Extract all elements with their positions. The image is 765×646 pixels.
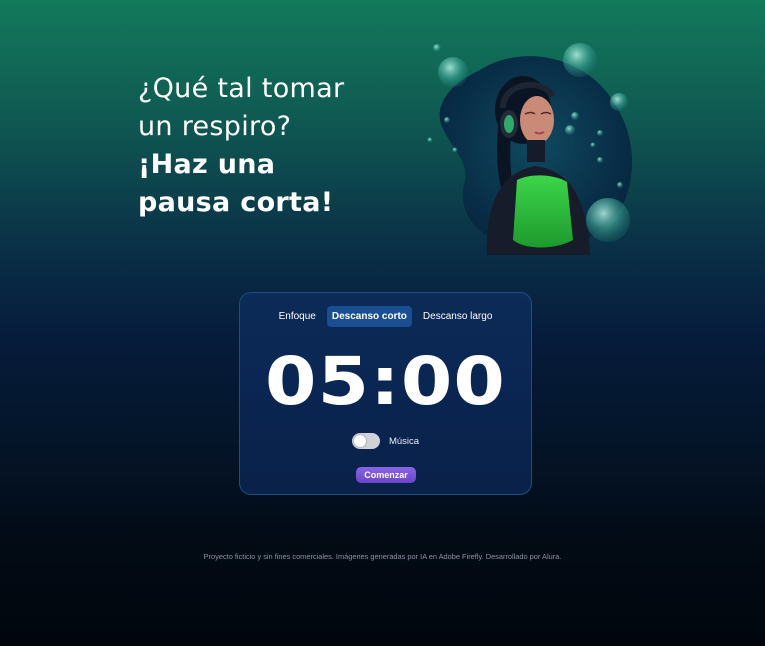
timer-card: Enfoque Descanso corto Descanso largo 05… (239, 292, 532, 495)
mode-tabs: Enfoque Descanso corto Descanso largo (240, 306, 531, 327)
tab-enfoque[interactable]: Enfoque (274, 306, 321, 327)
hero-illustration (425, 40, 640, 255)
timer-display: 05:00 (265, 343, 506, 420)
tab-descanso-corto[interactable]: Descanso corto (326, 306, 412, 327)
toggle-knob (353, 435, 366, 447)
start-button[interactable]: Comenzar (356, 467, 416, 483)
tab-descanso-largo[interactable]: Descanso largo (418, 306, 497, 327)
hero-line-4: pausa corta! (138, 187, 334, 218)
music-label: Música (388, 435, 420, 447)
hero-line-3: ¡Haz una (138, 149, 276, 180)
hero-line-2: un respiro? (138, 111, 292, 142)
hero-line-1: ¿Qué tal tomar (138, 73, 345, 104)
footer-text: Proyecto ficticio y sin fines comerciale… (203, 552, 562, 561)
hero-heading: ¿Qué tal tomar un respiro? ¡Haz una paus… (138, 70, 398, 222)
woman-with-bubbles-image (427, 43, 633, 255)
music-row: Música (240, 433, 531, 449)
music-toggle[interactable] (351, 433, 380, 449)
